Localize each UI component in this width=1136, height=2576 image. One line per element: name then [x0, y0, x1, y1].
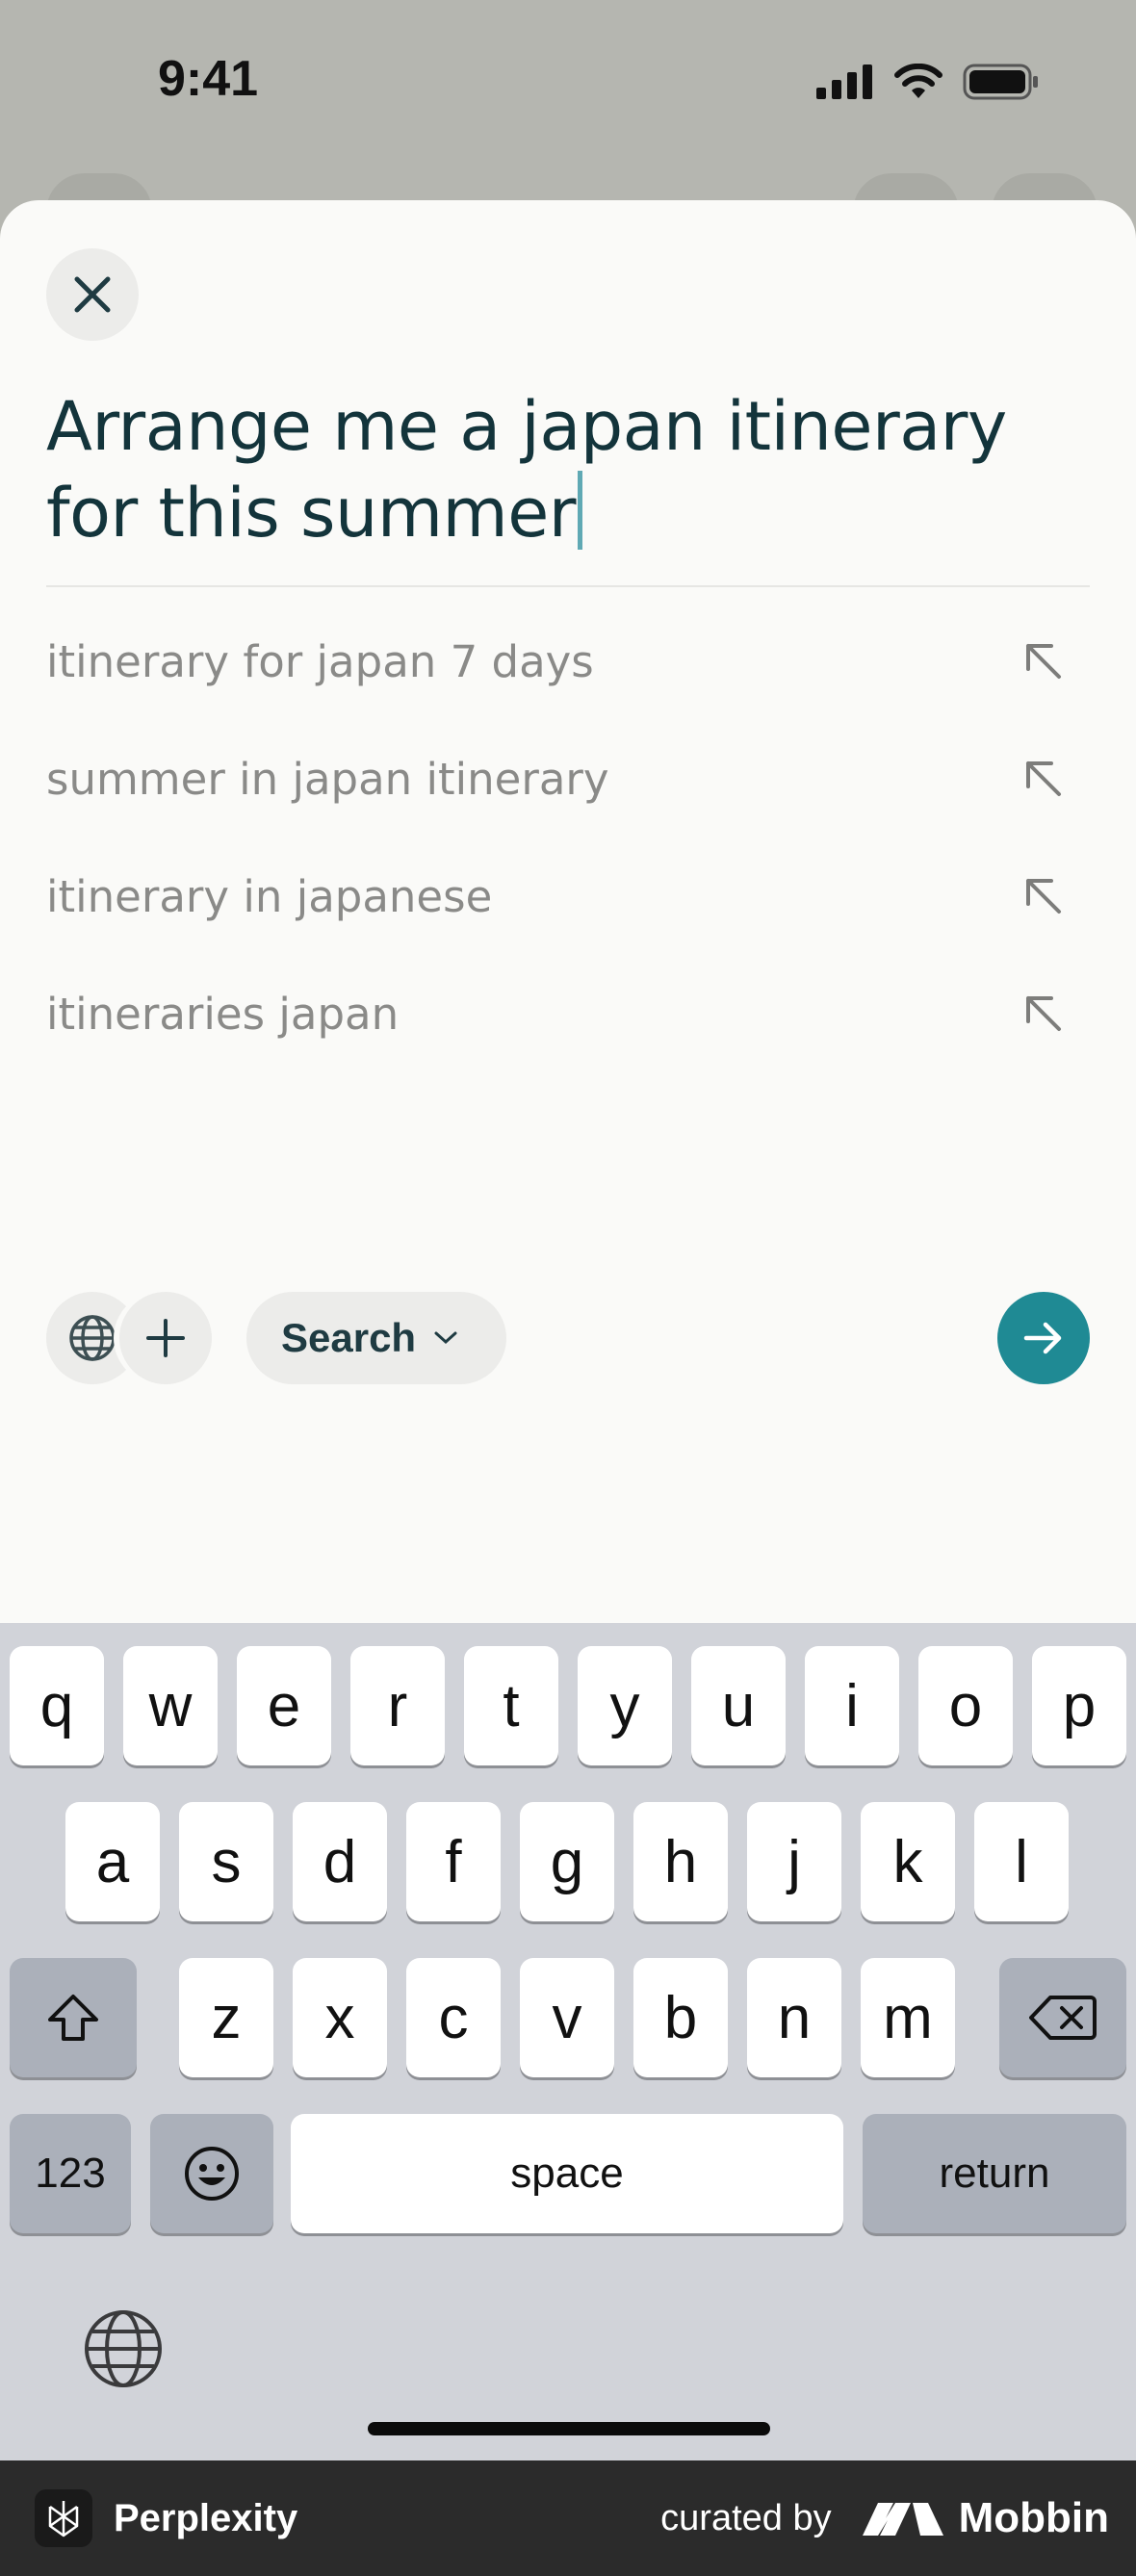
suggestion-item[interactable]: itinerary for japan 7 days [46, 603, 1090, 720]
numbers-key[interactable]: 123 [10, 2114, 131, 2233]
space-key[interactable]: space [291, 2114, 843, 2233]
key-u[interactable]: u [691, 1646, 786, 1765]
perplexity-logo-icon [35, 2489, 92, 2547]
key-p[interactable]: p [1032, 1646, 1126, 1765]
key-c[interactable]: c [406, 1958, 501, 2077]
arrow-right-icon [1023, 1322, 1062, 1354]
key-k[interactable]: k [861, 1802, 955, 1921]
key-m[interactable]: m [861, 1958, 955, 2077]
key-v[interactable]: v [520, 1958, 614, 2077]
suggestion-text: itineraries japan [46, 988, 400, 1040]
key-s[interactable]: s [179, 1802, 273, 1921]
search-sheet: Arrange me a japan itinerary for this su… [0, 200, 1136, 1625]
key-a[interactable]: a [65, 1802, 160, 1921]
emoji-key[interactable] [150, 2114, 273, 2233]
key-r[interactable]: r [350, 1646, 445, 1765]
shift-icon [48, 1995, 98, 2041]
submit-button[interactable] [997, 1292, 1090, 1384]
plus-icon [146, 1319, 185, 1357]
suggestion-list: itinerary for japan 7 days summer in jap… [46, 603, 1090, 1072]
home-indicator [368, 2422, 770, 2435]
query-input[interactable]: Arrange me a japan itinerary for this su… [46, 383, 1096, 556]
key-h[interactable]: h [633, 1802, 728, 1921]
key-g[interactable]: g [520, 1802, 614, 1921]
close-icon [74, 276, 111, 313]
divider [46, 585, 1090, 587]
curated-label: curated by [660, 2497, 832, 2538]
status-bar: 9:41 [0, 0, 1136, 173]
suggestion-item[interactable]: itinerary in japanese [46, 837, 1090, 955]
emoji-icon [185, 2147, 239, 2201]
arrow-up-left-icon[interactable] [1020, 991, 1067, 1037]
key-d[interactable]: d [293, 1802, 387, 1921]
mobbin-brand-name: Mobbin [958, 2494, 1109, 2541]
cellular-signal-icon [816, 64, 872, 99]
close-button[interactable] [46, 248, 139, 341]
footer-app-info: Perplexity [35, 2489, 297, 2547]
key-e[interactable]: e [237, 1646, 331, 1765]
footer-app-name: Perplexity [114, 2496, 298, 2539]
key-t[interactable]: t [464, 1646, 558, 1765]
suggestion-item[interactable]: itineraries japan [46, 955, 1090, 1072]
status-time: 9:41 [158, 51, 259, 107]
backspace-icon [1029, 1996, 1097, 2040]
query-text: Arrange me a japan itinerary for this su… [46, 387, 1007, 553]
wifi-icon [894, 64, 942, 98]
suggestion-text: itinerary for japan 7 days [46, 635, 594, 687]
status-icons [816, 64, 1040, 100]
key-i[interactable]: i [805, 1646, 899, 1765]
keyboard: q w e r t y u i o p a s d f g h j k l z … [0, 1623, 1136, 2460]
footer-bar: Perplexity curated by Mobbin [0, 2460, 1136, 2576]
attach-button[interactable] [119, 1292, 212, 1384]
key-l[interactable]: l [974, 1802, 1069, 1921]
suggestion-item[interactable]: summer in japan itinerary [46, 720, 1090, 837]
mobbin-logo-icon [862, 2503, 943, 2536]
globe-icon [69, 1315, 116, 1361]
key-f[interactable]: f [406, 1802, 501, 1921]
suggestion-text: summer in japan itinerary [46, 753, 609, 805]
key-n[interactable]: n [747, 1958, 841, 2077]
arrow-up-left-icon[interactable] [1020, 638, 1067, 684]
backspace-key[interactable] [999, 1958, 1126, 2077]
battery-icon [963, 64, 1038, 100]
key-y[interactable]: y [578, 1646, 672, 1765]
key-j[interactable]: j [747, 1802, 841, 1921]
key-x[interactable]: x [293, 1958, 387, 2077]
arrow-up-left-icon[interactable] [1020, 756, 1067, 802]
arrow-up-left-icon[interactable] [1020, 873, 1067, 919]
mobbin-brand: Mobbin [861, 2494, 1109, 2542]
search-mode-label: Search [281, 1315, 417, 1360]
return-key[interactable]: return [863, 2114, 1126, 2233]
shift-key[interactable] [10, 1958, 137, 2077]
key-b[interactable]: b [633, 1958, 728, 2077]
key-w[interactable]: w [123, 1646, 218, 1765]
key-q[interactable]: q [10, 1646, 104, 1765]
search-mode-dropdown[interactable]: Search [246, 1292, 507, 1384]
key-o[interactable]: o [918, 1646, 1013, 1765]
footer-credit: curated by Mobbin [660, 2494, 1109, 2542]
text-cursor [578, 471, 583, 550]
chevron-down-icon [434, 1331, 457, 1345]
key-z[interactable]: z [179, 1958, 273, 2077]
suggestion-text: itinerary in japanese [46, 870, 493, 922]
composer-bar: Search [0, 1280, 1136, 1396]
keyboard-globe-icon[interactable] [83, 2308, 164, 2389]
